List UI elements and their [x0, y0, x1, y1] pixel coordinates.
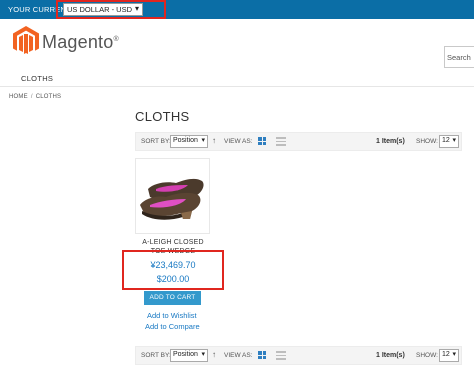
- product-image[interactable]: [135, 158, 210, 234]
- breadcrumb-home[interactable]: HOME: [9, 94, 28, 100]
- sort-select[interactable]: Position ▾: [170, 349, 208, 362]
- sort-select-value: Position: [173, 351, 198, 358]
- grid-view-icon[interactable]: [258, 137, 266, 145]
- item-count: 1 Item(s): [376, 138, 405, 145]
- show-select[interactable]: 12 ▾: [439, 135, 459, 148]
- shoe-image: [140, 178, 204, 220]
- show-select[interactable]: 12 ▾: [439, 349, 459, 362]
- currency-highlight-box: [56, 0, 166, 19]
- chevron-down-icon: ▾: [452, 137, 456, 144]
- arrow-up-icon[interactable]: ↑: [212, 136, 216, 145]
- sort-label: SORT BY:: [141, 352, 171, 359]
- nav-item-cloths[interactable]: CLOTHS: [21, 74, 53, 83]
- show-select-value: 12: [442, 137, 450, 144]
- price-highlight-box: [122, 250, 224, 290]
- toolbar-top: SORT BY: Position ▾ ↑ VIEW AS: 1 Item(s)…: [135, 132, 462, 151]
- grid-view-icon[interactable]: [258, 351, 266, 359]
- breadcrumb-current: CLOTHS: [35, 94, 62, 100]
- breadcrumb: HOME / CLOTHS: [9, 94, 61, 100]
- chevron-down-icon: ▾: [201, 137, 205, 144]
- show-label: SHOW:: [416, 138, 438, 145]
- show-label: SHOW:: [416, 352, 438, 359]
- nav-divider: [0, 86, 474, 87]
- breadcrumb-separator: /: [30, 94, 33, 100]
- add-to-compare-link[interactable]: Add to Compare: [145, 322, 200, 331]
- sort-select-value: Position: [173, 137, 198, 144]
- show-select-value: 12: [442, 351, 450, 358]
- chevron-down-icon: ▾: [201, 351, 205, 358]
- search-placeholder: Search: [447, 53, 471, 62]
- page-title: CLOTHS: [135, 109, 190, 124]
- view-as-label: VIEW AS:: [224, 138, 253, 145]
- item-count: 1 Item(s): [376, 352, 405, 359]
- toolbar-bottom: SORT BY: Position ▾ ↑ VIEW AS: 1 Item(s)…: [135, 346, 462, 365]
- add-to-wishlist-link[interactable]: Add to Wishlist: [147, 311, 197, 320]
- chevron-down-icon: ▾: [452, 351, 456, 358]
- arrow-up-icon[interactable]: ↑: [212, 350, 216, 359]
- sort-select[interactable]: Position ▾: [170, 135, 208, 148]
- view-as-label: VIEW AS:: [224, 352, 253, 359]
- sort-label: SORT BY:: [141, 138, 171, 145]
- list-view-icon[interactable]: [276, 351, 286, 360]
- magento-logo-icon: [13, 26, 39, 54]
- add-to-cart-button[interactable]: ADD TO CART: [144, 291, 201, 305]
- list-view-icon[interactable]: [276, 137, 286, 146]
- logo-text: Magento®: [42, 32, 119, 52]
